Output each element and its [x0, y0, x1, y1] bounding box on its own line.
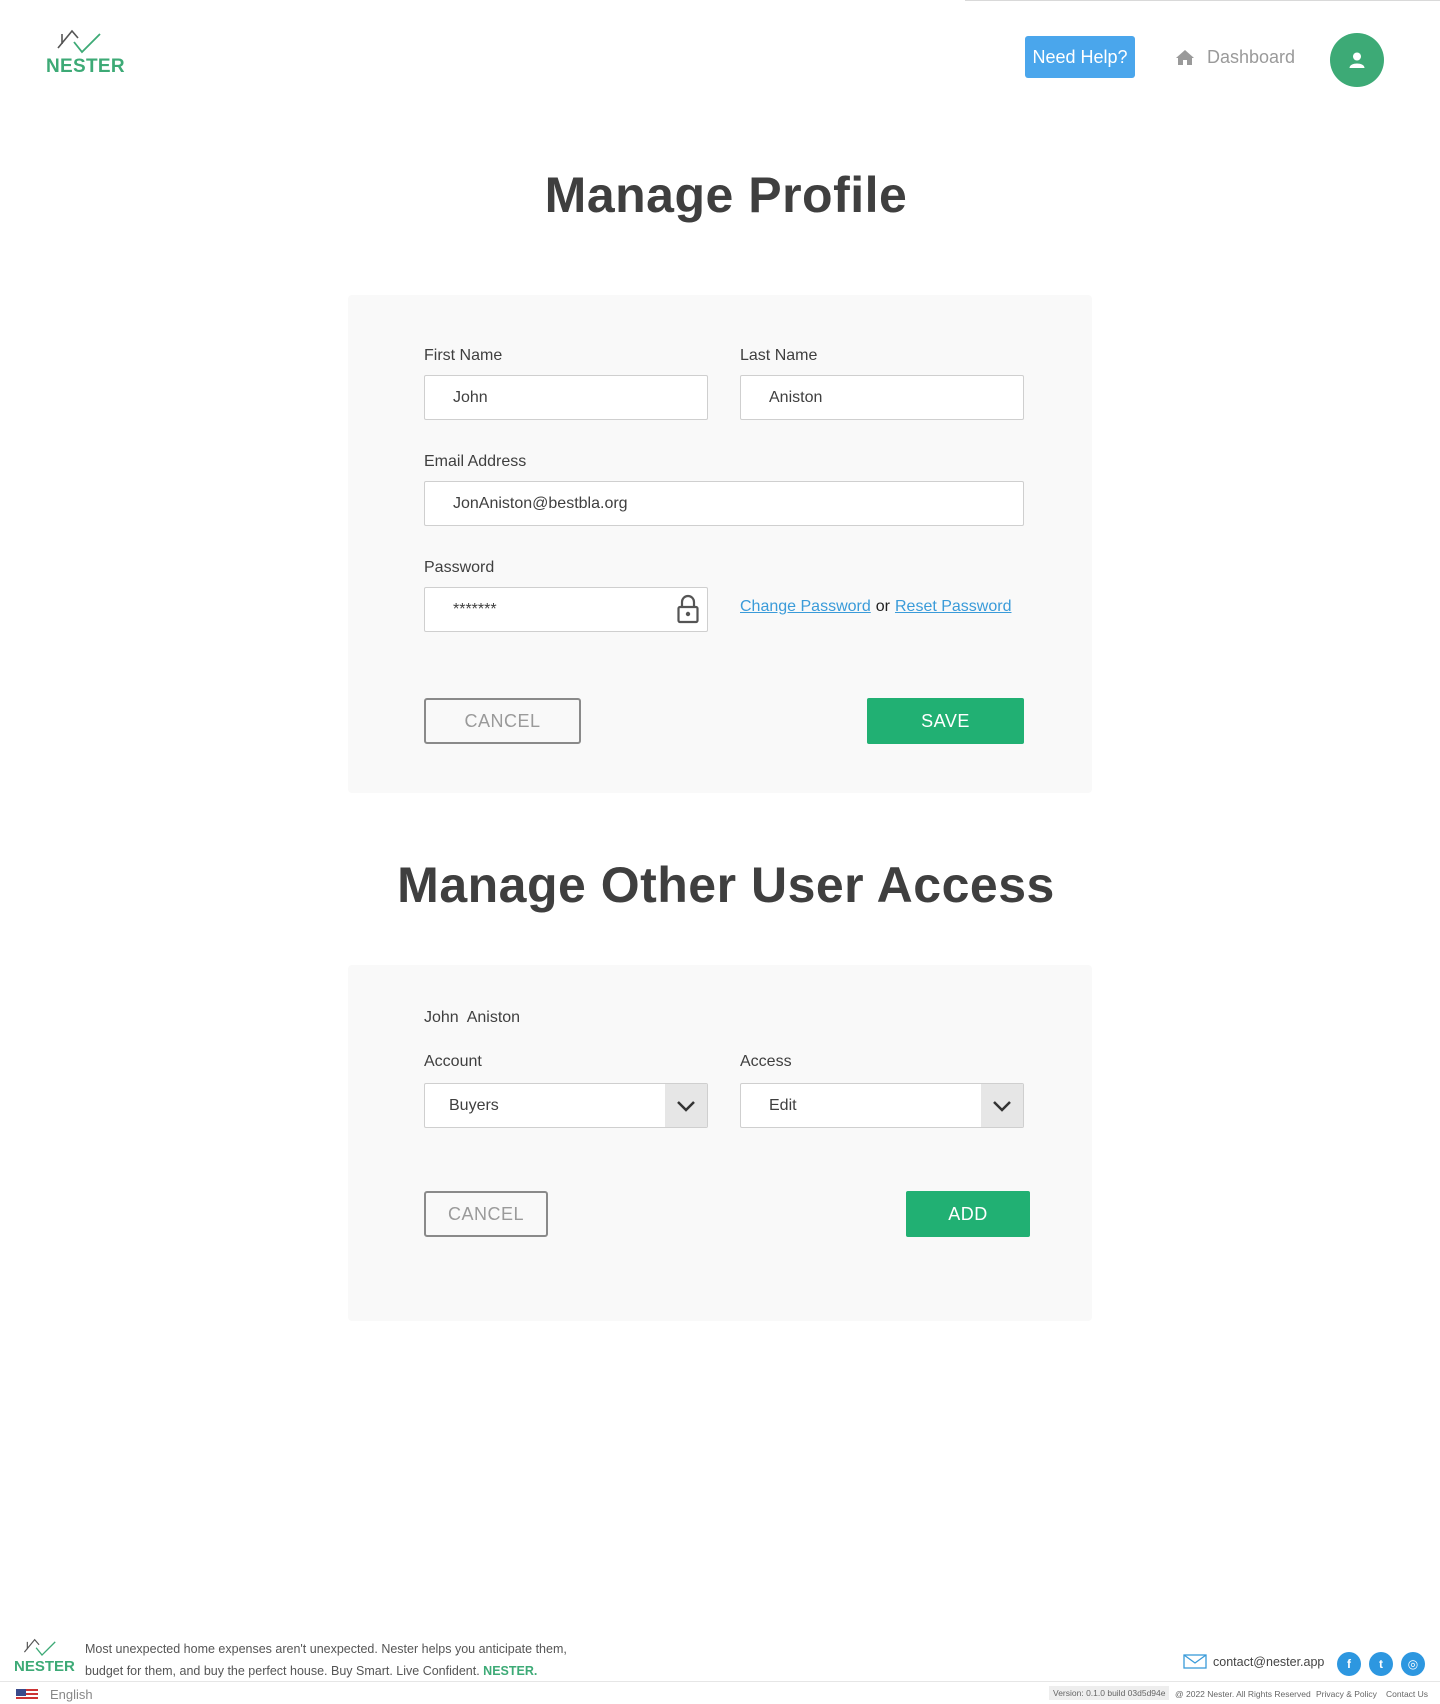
or-text: or — [875, 598, 890, 615]
dashboard-link[interactable]: Dashboard — [1175, 44, 1295, 70]
password-value: ******* — [453, 600, 497, 618]
first-name-label: First Name — [424, 347, 503, 364]
tagline-brand: NESTER. — [483, 1664, 538, 1678]
footer-tagline: Most unexpected home expenses aren't une… — [85, 1638, 585, 1682]
change-password-link[interactable]: Change Password — [740, 598, 871, 616]
logo-text: NESTER — [46, 56, 125, 77]
reset-password-link[interactable]: Reset Password — [895, 598, 1012, 616]
manage-profile-title: Manage Profile — [544, 167, 908, 223]
chevron-down-icon[interactable] — [665, 1084, 707, 1127]
tagline-line-2: budget for them, and buy the perfect hou… — [85, 1664, 480, 1678]
account-value: Buyers — [449, 1097, 499, 1114]
access-select[interactable]: Edit — [740, 1083, 1024, 1128]
footer-logo[interactable]: NESTER — [14, 1636, 75, 1678]
last-name-label: Last Name — [740, 347, 818, 364]
twitter-icon[interactable]: t — [1369, 1652, 1393, 1676]
nester-logo[interactable]: NESTER — [46, 26, 125, 80]
profile-cancel-button[interactable]: CANCEL — [424, 698, 581, 744]
password-input[interactable]: ******* — [424, 587, 708, 632]
house-logo-icon — [23, 1638, 56, 1657]
privacy-link[interactable]: Privacy & Policy — [1316, 1689, 1377, 1699]
footer-logo-text: NESTER — [14, 1658, 75, 1675]
dribbble-icon[interactable]: ◎ — [1401, 1652, 1425, 1676]
tagline-line-1: Most unexpected home expenses aren't une… — [85, 1642, 567, 1656]
lock-icon — [677, 594, 699, 624]
email-input[interactable]: JonAniston@bestbla.org — [424, 481, 1024, 526]
password-label: Password — [424, 559, 495, 576]
access-value: Edit — [769, 1097, 797, 1114]
email-label: Email Address — [424, 453, 527, 470]
language-selector[interactable]: English — [16, 1687, 93, 1702]
password-links: Change Password or Reset Password — [740, 598, 1011, 616]
mail-icon — [1183, 1654, 1207, 1669]
access-cancel-button[interactable]: CANCEL — [424, 1191, 548, 1237]
access-card: John Aniston Account Buyers Access Edit … — [348, 965, 1092, 1321]
account-select[interactable]: Buyers — [424, 1083, 708, 1128]
user-avatar-button[interactable] — [1330, 33, 1384, 87]
contact-us-link[interactable]: Contact Us — [1386, 1689, 1428, 1699]
user-icon — [1349, 52, 1365, 68]
contact-email: contact@nester.app — [1213, 1654, 1325, 1669]
access-label: Access — [740, 1053, 792, 1070]
need-help-button[interactable]: Need Help? — [1025, 36, 1135, 78]
language-label: English — [50, 1687, 93, 1702]
house-logo-icon — [57, 29, 101, 54]
version-text: Version: 0.1.0 build 03d5d94e — [1049, 1686, 1170, 1700]
copyright-text: @ 2022 Nester. All Rights Reserved — [1175, 1689, 1311, 1699]
account-label: Account — [424, 1053, 482, 1070]
top-divider — [965, 0, 1440, 1]
user-name: John Aniston — [424, 1009, 521, 1026]
first-name-input[interactable]: John — [424, 375, 708, 420]
dashboard-label: Dashboard — [1207, 46, 1296, 67]
profile-card: First Name John Last Name Aniston Email … — [348, 295, 1092, 793]
us-flag-icon — [16, 1688, 38, 1701]
chevron-down-icon[interactable] — [981, 1084, 1023, 1127]
manage-access-title: Manage Other User Access — [397, 857, 1055, 913]
add-button[interactable]: ADD — [906, 1191, 1030, 1237]
facebook-icon[interactable]: f — [1337, 1652, 1361, 1676]
contact-email-link[interactable]: contact@nester.app — [1183, 1654, 1324, 1669]
home-icon — [1176, 49, 1194, 65]
save-button[interactable]: SAVE — [867, 698, 1024, 744]
last-name-input[interactable]: Aniston — [740, 375, 1024, 420]
